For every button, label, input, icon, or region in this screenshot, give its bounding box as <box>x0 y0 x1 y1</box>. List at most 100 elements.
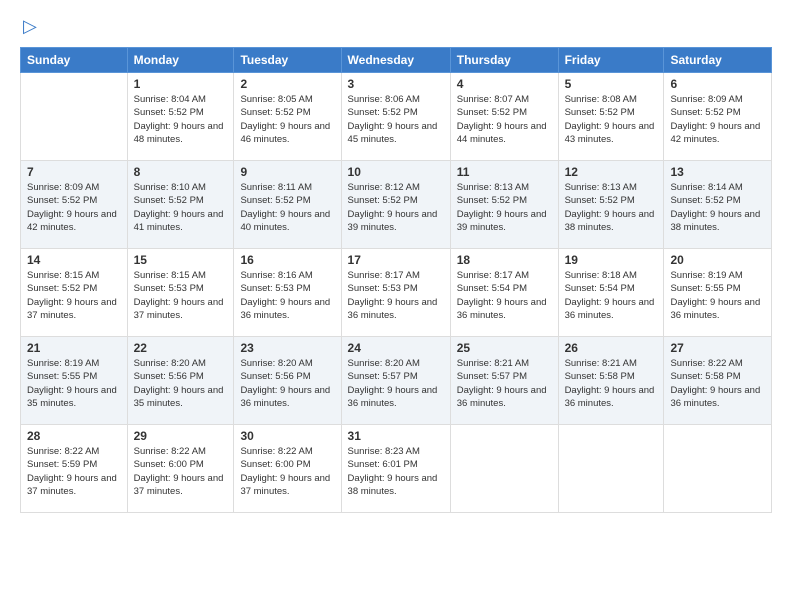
day-info: Sunrise: 8:15 AMSunset: 5:52 PMDaylight:… <box>27 269 121 322</box>
day-info: Sunrise: 8:10 AMSunset: 5:52 PMDaylight:… <box>134 181 228 234</box>
weekday-header-sunday: Sunday <box>21 48 128 73</box>
day-number: 2 <box>240 77 334 91</box>
day-info: Sunrise: 8:08 AMSunset: 5:52 PMDaylight:… <box>565 93 658 146</box>
weekday-header-saturday: Saturday <box>664 48 772 73</box>
calendar-cell: 10 Sunrise: 8:12 AMSunset: 5:52 PMDaylig… <box>341 161 450 249</box>
day-number: 18 <box>457 253 552 267</box>
calendar-cell: 28 Sunrise: 8:22 AMSunset: 5:59 PMDaylig… <box>21 425 128 513</box>
day-info: Sunrise: 8:19 AMSunset: 5:55 PMDaylight:… <box>670 269 765 322</box>
day-info: Sunrise: 8:06 AMSunset: 5:52 PMDaylight:… <box>348 93 444 146</box>
day-info: Sunrise: 8:14 AMSunset: 5:52 PMDaylight:… <box>670 181 765 234</box>
weekday-header-wednesday: Wednesday <box>341 48 450 73</box>
day-info: Sunrise: 8:22 AMSunset: 6:00 PMDaylight:… <box>134 445 228 498</box>
calendar-cell: 31 Sunrise: 8:23 AMSunset: 6:01 PMDaylig… <box>341 425 450 513</box>
day-number: 7 <box>27 165 121 179</box>
day-info: Sunrise: 8:22 AMSunset: 5:58 PMDaylight:… <box>670 357 765 410</box>
calendar-cell: 16 Sunrise: 8:16 AMSunset: 5:53 PMDaylig… <box>234 249 341 337</box>
calendar-cell: 6 Sunrise: 8:09 AMSunset: 5:52 PMDayligh… <box>664 73 772 161</box>
day-number: 25 <box>457 341 552 355</box>
calendar-cell: 21 Sunrise: 8:19 AMSunset: 5:55 PMDaylig… <box>21 337 128 425</box>
day-number: 22 <box>134 341 228 355</box>
day-number: 23 <box>240 341 334 355</box>
header: ▷ <box>20 16 772 37</box>
day-info: Sunrise: 8:20 AMSunset: 5:56 PMDaylight:… <box>134 357 228 410</box>
calendar-cell: 23 Sunrise: 8:20 AMSunset: 5:56 PMDaylig… <box>234 337 341 425</box>
week-row-3: 21 Sunrise: 8:19 AMSunset: 5:55 PMDaylig… <box>21 337 772 425</box>
calendar-cell: 12 Sunrise: 8:13 AMSunset: 5:52 PMDaylig… <box>558 161 664 249</box>
day-number: 16 <box>240 253 334 267</box>
day-info: Sunrise: 8:20 AMSunset: 5:57 PMDaylight:… <box>348 357 444 410</box>
day-info: Sunrise: 8:19 AMSunset: 5:55 PMDaylight:… <box>27 357 121 410</box>
calendar-cell <box>450 425 558 513</box>
day-info: Sunrise: 8:09 AMSunset: 5:52 PMDaylight:… <box>670 93 765 146</box>
day-info: Sunrise: 8:20 AMSunset: 5:56 PMDaylight:… <box>240 357 334 410</box>
calendar-cell: 9 Sunrise: 8:11 AMSunset: 5:52 PMDayligh… <box>234 161 341 249</box>
weekday-header-thursday: Thursday <box>450 48 558 73</box>
day-info: Sunrise: 8:21 AMSunset: 5:57 PMDaylight:… <box>457 357 552 410</box>
logo: ▷ <box>20 16 37 37</box>
day-info: Sunrise: 8:13 AMSunset: 5:52 PMDaylight:… <box>457 181 552 234</box>
logo-bird-icon: ▷ <box>23 16 37 37</box>
day-info: Sunrise: 8:17 AMSunset: 5:53 PMDaylight:… <box>348 269 444 322</box>
page: ▷ SundayMondayTuesdayWednesdayThursdayFr… <box>0 0 792 612</box>
calendar-cell: 24 Sunrise: 8:20 AMSunset: 5:57 PMDaylig… <box>341 337 450 425</box>
calendar-cell: 29 Sunrise: 8:22 AMSunset: 6:00 PMDaylig… <box>127 425 234 513</box>
calendar-cell: 18 Sunrise: 8:17 AMSunset: 5:54 PMDaylig… <box>450 249 558 337</box>
calendar-cell <box>664 425 772 513</box>
day-info: Sunrise: 8:22 AMSunset: 5:59 PMDaylight:… <box>27 445 121 498</box>
calendar: SundayMondayTuesdayWednesdayThursdayFrid… <box>20 47 772 513</box>
week-row-0: 1 Sunrise: 8:04 AMSunset: 5:52 PMDayligh… <box>21 73 772 161</box>
day-info: Sunrise: 8:11 AMSunset: 5:52 PMDaylight:… <box>240 181 334 234</box>
calendar-cell: 5 Sunrise: 8:08 AMSunset: 5:52 PMDayligh… <box>558 73 664 161</box>
day-number: 21 <box>27 341 121 355</box>
day-number: 30 <box>240 429 334 443</box>
day-info: Sunrise: 8:05 AMSunset: 5:52 PMDaylight:… <box>240 93 334 146</box>
calendar-cell: 13 Sunrise: 8:14 AMSunset: 5:52 PMDaylig… <box>664 161 772 249</box>
day-info: Sunrise: 8:13 AMSunset: 5:52 PMDaylight:… <box>565 181 658 234</box>
weekday-header-tuesday: Tuesday <box>234 48 341 73</box>
day-info: Sunrise: 8:22 AMSunset: 6:00 PMDaylight:… <box>240 445 334 498</box>
calendar-cell <box>558 425 664 513</box>
day-number: 11 <box>457 165 552 179</box>
calendar-cell: 14 Sunrise: 8:15 AMSunset: 5:52 PMDaylig… <box>21 249 128 337</box>
day-info: Sunrise: 8:12 AMSunset: 5:52 PMDaylight:… <box>348 181 444 234</box>
day-number: 13 <box>670 165 765 179</box>
day-number: 24 <box>348 341 444 355</box>
calendar-cell: 15 Sunrise: 8:15 AMSunset: 5:53 PMDaylig… <box>127 249 234 337</box>
day-number: 19 <box>565 253 658 267</box>
calendar-cell: 22 Sunrise: 8:20 AMSunset: 5:56 PMDaylig… <box>127 337 234 425</box>
calendar-cell: 4 Sunrise: 8:07 AMSunset: 5:52 PMDayligh… <box>450 73 558 161</box>
calendar-cell: 3 Sunrise: 8:06 AMSunset: 5:52 PMDayligh… <box>341 73 450 161</box>
calendar-cell: 27 Sunrise: 8:22 AMSunset: 5:58 PMDaylig… <box>664 337 772 425</box>
calendar-cell: 8 Sunrise: 8:10 AMSunset: 5:52 PMDayligh… <box>127 161 234 249</box>
day-info: Sunrise: 8:21 AMSunset: 5:58 PMDaylight:… <box>565 357 658 410</box>
day-number: 14 <box>27 253 121 267</box>
day-number: 29 <box>134 429 228 443</box>
calendar-cell: 26 Sunrise: 8:21 AMSunset: 5:58 PMDaylig… <box>558 337 664 425</box>
weekday-header-row: SundayMondayTuesdayWednesdayThursdayFrid… <box>21 48 772 73</box>
calendar-cell: 1 Sunrise: 8:04 AMSunset: 5:52 PMDayligh… <box>127 73 234 161</box>
day-number: 12 <box>565 165 658 179</box>
day-number: 5 <box>565 77 658 91</box>
week-row-2: 14 Sunrise: 8:15 AMSunset: 5:52 PMDaylig… <box>21 249 772 337</box>
day-info: Sunrise: 8:23 AMSunset: 6:01 PMDaylight:… <box>348 445 444 498</box>
day-number: 28 <box>27 429 121 443</box>
week-row-1: 7 Sunrise: 8:09 AMSunset: 5:52 PMDayligh… <box>21 161 772 249</box>
day-number: 20 <box>670 253 765 267</box>
calendar-cell <box>21 73 128 161</box>
day-number: 15 <box>134 253 228 267</box>
weekday-header-friday: Friday <box>558 48 664 73</box>
calendar-cell: 7 Sunrise: 8:09 AMSunset: 5:52 PMDayligh… <box>21 161 128 249</box>
day-number: 26 <box>565 341 658 355</box>
day-info: Sunrise: 8:07 AMSunset: 5:52 PMDaylight:… <box>457 93 552 146</box>
day-number: 6 <box>670 77 765 91</box>
day-number: 10 <box>348 165 444 179</box>
day-info: Sunrise: 8:17 AMSunset: 5:54 PMDaylight:… <box>457 269 552 322</box>
day-number: 31 <box>348 429 444 443</box>
calendar-cell: 19 Sunrise: 8:18 AMSunset: 5:54 PMDaylig… <box>558 249 664 337</box>
day-info: Sunrise: 8:09 AMSunset: 5:52 PMDaylight:… <box>27 181 121 234</box>
day-info: Sunrise: 8:04 AMSunset: 5:52 PMDaylight:… <box>134 93 228 146</box>
calendar-cell: 17 Sunrise: 8:17 AMSunset: 5:53 PMDaylig… <box>341 249 450 337</box>
day-number: 3 <box>348 77 444 91</box>
day-number: 17 <box>348 253 444 267</box>
